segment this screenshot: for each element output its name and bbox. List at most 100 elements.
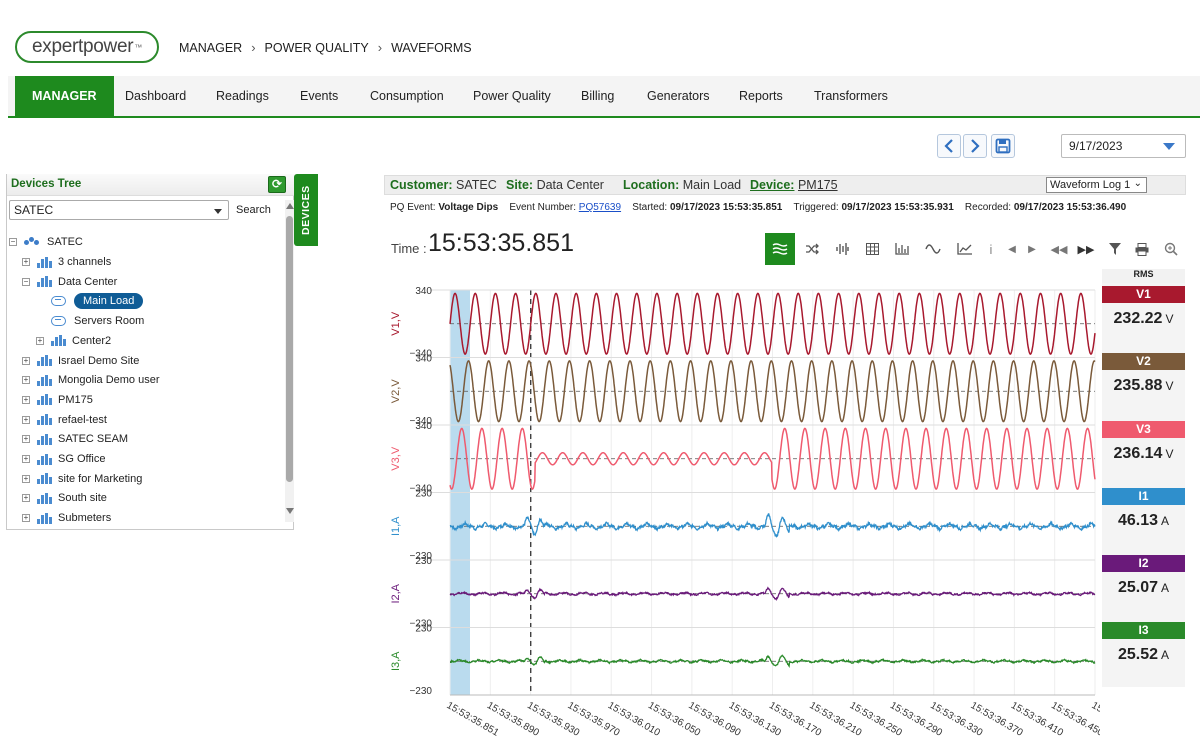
tree-item-label: Submeters xyxy=(58,512,112,525)
breadcrumb-manager[interactable]: MANAGER xyxy=(179,41,242,55)
expand-icon[interactable]: + xyxy=(22,258,30,266)
expand-icon[interactable]: + xyxy=(22,356,30,365)
next-icon[interactable]: ▶ xyxy=(1021,233,1043,265)
y-axis-label: I2,A xyxy=(390,583,402,603)
refresh-icon[interactable]: ⟳ xyxy=(268,176,286,193)
expand-icon[interactable]: + xyxy=(22,376,30,385)
nav-billing[interactable]: Billing xyxy=(581,76,614,116)
y-axis-label: V2,V xyxy=(390,379,402,404)
zoom-icon[interactable] xyxy=(1156,233,1186,265)
tree-item-root[interactable]: − SATEC xyxy=(9,233,83,251)
tree-customer-select[interactable]: SATEC xyxy=(9,200,229,220)
tree-item[interactable]: + SG Office xyxy=(22,450,105,468)
expand-icon[interactable]: + xyxy=(22,395,30,404)
print-icon[interactable] xyxy=(1127,233,1157,265)
nav-power-quality[interactable]: Power Quality xyxy=(473,76,551,116)
tree-item-label: SATEC xyxy=(47,236,83,248)
logo-tm: ™ xyxy=(134,42,142,52)
site-info: Site: Data Center xyxy=(506,178,604,192)
device-link[interactable]: PM175 xyxy=(798,178,838,192)
tree-item[interactable]: + Israel Demo Site xyxy=(22,352,139,370)
bar-chart-icon[interactable] xyxy=(887,233,917,265)
event-number-link[interactable]: PQ57639 xyxy=(579,202,621,213)
rms-header: RMS xyxy=(1102,269,1185,283)
tree-scrollbar[interactable] xyxy=(285,200,294,522)
filter-icon[interactable] xyxy=(1100,233,1130,265)
prev-page-button[interactable] xyxy=(937,134,961,158)
devices-side-tab[interactable]: DEVICES xyxy=(294,174,318,246)
expand-icon[interactable]: + xyxy=(22,415,30,424)
expand-icon[interactable]: + xyxy=(22,514,30,523)
waveform-log-select[interactable]: Waveform Log 1 ⌄ xyxy=(1046,177,1147,193)
nav-manager[interactable]: MANAGER xyxy=(15,76,114,116)
tree-item[interactable]: Servers Room xyxy=(36,312,144,330)
breadcrumb-power-quality[interactable]: POWER QUALITY xyxy=(265,41,369,55)
scroll-thumb[interactable] xyxy=(286,216,293,482)
started-label: Started: xyxy=(632,202,668,213)
collapse-icon[interactable]: − xyxy=(22,277,30,286)
expertpower-logo[interactable]: expertpower ™ xyxy=(15,31,159,63)
nav-reports[interactable]: Reports xyxy=(739,76,783,116)
tree-search-button[interactable]: Search xyxy=(236,204,271,216)
rms-label-i3: I3 xyxy=(1102,622,1185,639)
y-tick-top: 230 xyxy=(415,489,432,500)
expand-icon[interactable]: + xyxy=(22,455,30,463)
nav-readings[interactable]: Readings xyxy=(216,76,269,116)
breadcrumb: MANAGER › POWER QUALITY › WAVEFORMS xyxy=(179,40,472,55)
next-page-button[interactable] xyxy=(963,134,987,158)
scroll-down-icon[interactable] xyxy=(286,508,294,514)
tree-item[interactable]: + Submeters xyxy=(22,509,111,527)
tree-item[interactable]: Main Load xyxy=(36,292,144,310)
pq-event-label: PQ Event: xyxy=(390,202,436,213)
waveform-chart[interactable]: 15:53:35.85115:53:35.89015:53:35.93015:5… xyxy=(380,280,1100,740)
nav-dashboard[interactable]: Dashboard xyxy=(125,76,186,116)
nav-transformers[interactable]: Transformers xyxy=(814,76,888,116)
device-info: Device: PM175 xyxy=(750,178,838,192)
tree-item[interactable]: + site for Marketing xyxy=(22,470,142,488)
tree-item-label: South site xyxy=(58,492,107,505)
sine-icon[interactable] xyxy=(918,233,948,265)
table-icon[interactable] xyxy=(857,233,887,265)
rms-unit: V xyxy=(1165,379,1174,393)
pq-event-line: PQ Event: Voltage Dips Event Number: PQ5… xyxy=(390,202,1126,213)
save-button[interactable] xyxy=(991,134,1015,158)
nav-generators[interactable]: Generators xyxy=(647,76,710,116)
nav-events[interactable]: Events xyxy=(300,76,338,116)
waveform-icon[interactable] xyxy=(765,233,795,265)
tree-item[interactable]: + PM175 xyxy=(22,391,93,409)
expand-icon[interactable]: + xyxy=(36,336,44,345)
meter-icon xyxy=(51,296,66,307)
rms-value-i1: 46.13 A xyxy=(1102,512,1185,530)
scroll-up-icon[interactable] xyxy=(286,203,294,209)
fast-forward-icon[interactable]: ▶▶ xyxy=(1071,233,1101,265)
tree-item[interactable]: + SATEC SEAM xyxy=(22,430,128,448)
line-chart-icon[interactable] xyxy=(949,233,979,265)
y-axis-label: V3,V xyxy=(390,446,402,471)
rewind-icon[interactable]: ◀◀ xyxy=(1044,233,1074,265)
tree-item[interactable]: + South site xyxy=(22,489,107,507)
shuffle-icon[interactable] xyxy=(797,233,827,265)
chevron-right-icon xyxy=(971,139,980,153)
device-label: Device: xyxy=(750,178,795,192)
tree-item[interactable]: − Data Center xyxy=(22,273,117,291)
y-tick-top: 340 xyxy=(415,354,432,365)
tree-item[interactable]: + Center2 xyxy=(36,332,111,350)
tree-item[interactable]: + Mongolia Demo user xyxy=(22,371,160,389)
building-icon xyxy=(37,355,52,366)
y-tick-top: 230 xyxy=(415,624,432,635)
tree-item[interactable]: + refael-test xyxy=(22,411,107,429)
prev-icon[interactable]: ◀ xyxy=(1001,233,1023,265)
save-icon xyxy=(995,138,1011,154)
rms-number: 235.88 xyxy=(1113,377,1163,394)
date-select[interactable]: 9/17/2023 xyxy=(1061,134,1186,158)
nav-consumption[interactable]: Consumption xyxy=(370,76,444,116)
tree-item[interactable]: +3 channels xyxy=(22,253,111,271)
y-axis-label: I1,A xyxy=(390,516,402,536)
collapse-icon[interactable]: − xyxy=(9,238,17,246)
y-tick-top: 340 xyxy=(415,421,432,432)
expand-icon[interactable]: + xyxy=(22,435,30,444)
spectrum-icon[interactable] xyxy=(827,233,857,265)
devices-tree-title: Devices Tree xyxy=(11,178,82,190)
expand-icon[interactable]: + xyxy=(22,474,30,483)
expand-icon[interactable]: + xyxy=(22,494,30,503)
